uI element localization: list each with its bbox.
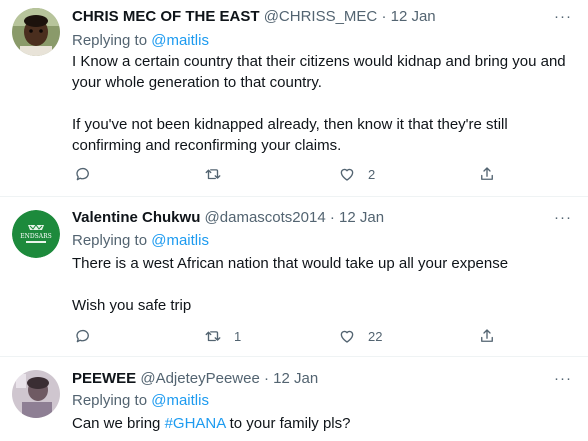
- tweet-text-after: to your family pls?: [225, 415, 351, 432]
- tweet-text-before: Can we bring: [72, 415, 165, 432]
- tweet[interactable]: ENDSARS Valentine Chukwu @damascots2014 …: [0, 198, 588, 357]
- retweet-button[interactable]: 1: [204, 326, 241, 346]
- child-photo-avatar-icon: [12, 8, 60, 56]
- reply-button[interactable]: [74, 164, 104, 184]
- user-handle[interactable]: @damascots2014: [205, 209, 326, 226]
- tweet-date[interactable]: 12 Jan: [391, 8, 436, 25]
- reply-icon: [76, 329, 89, 343]
- retweet-icon: [205, 331, 221, 342]
- tweet-content: Valentine Chukwu @damascots2014 · 12 Jan…: [72, 198, 572, 357]
- hashtag-link[interactable]: #GHANA: [165, 415, 226, 432]
- display-name[interactable]: PEEWEE: [72, 370, 136, 387]
- mention-link[interactable]: @maitlis: [151, 32, 209, 49]
- mention-link[interactable]: @maitlis: [151, 392, 209, 409]
- more-options-icon[interactable]: ···: [554, 208, 572, 228]
- tweet-actions: 2: [72, 164, 502, 184]
- retweet-count: 1: [234, 328, 242, 344]
- user-handle[interactable]: @AdjeteyPeewee: [140, 370, 259, 387]
- like-count: 22: [368, 328, 383, 344]
- like-count: 2: [368, 166, 376, 182]
- tweet-header: CHRIS MEC OF THE EAST @CHRISS_MEC · 12 J…: [72, 7, 572, 27]
- reply-button[interactable]: [74, 326, 104, 346]
- replying-to-label: Replying to: [72, 232, 148, 249]
- avatar[interactable]: [12, 370, 60, 418]
- separator-dot: ·: [264, 370, 269, 387]
- separator-dot: ·: [329, 209, 335, 226]
- like-button[interactable]: 2: [338, 164, 375, 184]
- svg-text:ENDSARS: ENDSARS: [20, 233, 52, 240]
- like-button[interactable]: 22: [338, 326, 382, 346]
- tweet-content: CHRIS MEC OF THE EAST @CHRISS_MEC · 12 J…: [72, 0, 572, 197]
- retweet-icon: [205, 169, 221, 180]
- display-name[interactable]: CHRIS MEC OF THE EAST: [72, 8, 260, 25]
- tweet-date[interactable]: 12 Jan: [339, 209, 384, 226]
- replying-to: Replying to @maitlis: [72, 31, 209, 51]
- tweet-header: PEEWEE @AdjeteyPeewee · 12 Jan: [72, 369, 572, 389]
- tweet-header: Valentine Chukwu @damascots2014 · 12 Jan: [72, 208, 572, 228]
- photo-avatar-icon: [12, 370, 60, 418]
- more-options-icon[interactable]: ···: [554, 369, 572, 389]
- heart-icon: [340, 168, 354, 181]
- share-button[interactable]: [478, 326, 496, 346]
- share-icon: [481, 329, 493, 342]
- tweet[interactable]: CHRIS MEC OF THE EAST @CHRISS_MEC · 12 J…: [0, 0, 588, 197]
- more-options-icon[interactable]: ···: [554, 7, 572, 27]
- tweet-date[interactable]: 12 Jan: [273, 370, 318, 387]
- tweet-text: Can we bring #GHANA to your family pls?: [72, 413, 572, 434]
- tweet-text: There is a west African nation that woul…: [72, 255, 509, 314]
- replying-to-label: Replying to: [72, 392, 148, 409]
- separator-dot: ·: [381, 8, 387, 25]
- share-icon: [481, 167, 493, 180]
- tweet[interactable]: PEEWEE @AdjeteyPeewee · 12 Jan ··· Reply…: [0, 358, 588, 441]
- tweet-content: PEEWEE @AdjeteyPeewee · 12 Jan ··· Reply…: [72, 358, 572, 441]
- replying-to-label: Replying to: [72, 32, 148, 49]
- retweet-button[interactable]: [204, 164, 234, 184]
- avatar[interactable]: [12, 8, 60, 56]
- replying-to: Replying to @maitlis: [72, 231, 209, 251]
- display-name[interactable]: Valentine Chukwu: [72, 209, 200, 226]
- heart-icon: [340, 330, 354, 343]
- reply-icon: [76, 167, 89, 181]
- tweet-feed: CHRIS MEC OF THE EAST @CHRISS_MEC · 12 J…: [0, 0, 588, 441]
- tweet-actions: 1 22: [72, 326, 502, 346]
- avatar[interactable]: ENDSARS: [12, 210, 60, 258]
- replying-to: Replying to @maitlis: [72, 391, 209, 411]
- mention-link[interactable]: @maitlis: [151, 232, 209, 249]
- tweet-text: I Know a certain country that their citi…: [72, 53, 566, 154]
- user-handle[interactable]: @CHRISS_MEC: [264, 8, 378, 25]
- share-button[interactable]: [478, 164, 496, 184]
- endsars-logo-avatar-icon: ENDSARS: [12, 210, 60, 258]
